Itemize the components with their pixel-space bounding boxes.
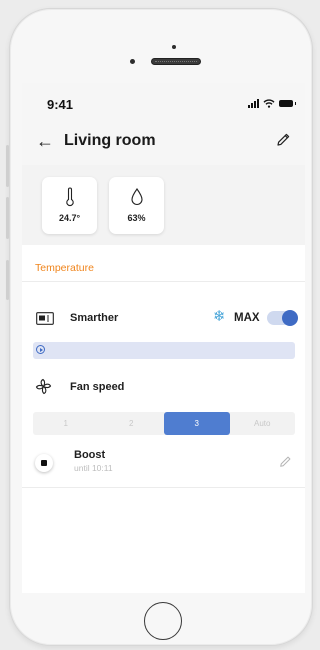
- status-time: 9:41: [47, 97, 74, 112]
- wifi-icon: [263, 98, 275, 108]
- fan-speed-option-1[interactable]: 1: [33, 412, 99, 435]
- front-camera: [172, 45, 176, 49]
- volume-up-button: [6, 145, 9, 187]
- divider: [22, 487, 305, 488]
- volume-down-button: [6, 197, 9, 239]
- divider: [22, 281, 305, 282]
- play-icon: [36, 345, 45, 354]
- app-screen: 9:41 ← Living room 24.7° 63% Temperature…: [22, 83, 305, 593]
- battery-icon: [279, 99, 296, 107]
- page-title: Living room: [64, 132, 156, 149]
- boost-subtitle: until 10:11: [74, 463, 113, 473]
- mode-toggle[interactable]: [267, 310, 298, 326]
- boost-progress-bar[interactable]: [33, 342, 295, 359]
- fan-icon: [35, 378, 52, 395]
- proximity-sensor: [130, 59, 135, 64]
- boost-title: Boost: [74, 449, 106, 461]
- droplet-icon: [130, 188, 143, 205]
- smarther-label: Smarther: [70, 312, 119, 324]
- mode-label: MAX: [234, 312, 260, 324]
- snowflake-icon: ❄: [213, 308, 226, 325]
- home-button[interactable]: [144, 602, 182, 640]
- temperature-value: 24.7°: [58, 213, 81, 223]
- humidity-value: 63%: [127, 213, 146, 223]
- fan-speed-label: Fan speed: [70, 381, 125, 393]
- fan-speed-selector: 1 2 3 Auto: [33, 412, 295, 435]
- thermostat-device-icon: [36, 312, 54, 325]
- edit-boost-icon[interactable]: [279, 455, 292, 468]
- thermometer-icon: [65, 187, 74, 207]
- back-arrow-icon[interactable]: ←: [36, 131, 54, 152]
- temperature-card: 24.7°: [42, 177, 97, 234]
- status-icons: [248, 98, 296, 108]
- signal-icon: [248, 98, 259, 108]
- side-switch: [6, 260, 9, 300]
- earpiece-speaker: [151, 58, 201, 65]
- fan-speed-option-3[interactable]: 3: [164, 412, 230, 435]
- fan-speed-option-auto[interactable]: Auto: [230, 412, 296, 435]
- humidity-card: 63%: [109, 177, 164, 234]
- page-header: ← Living room: [22, 125, 305, 165]
- section-title-temperature: Temperature: [35, 262, 94, 274]
- sensor-summary: 24.7° 63%: [22, 165, 305, 245]
- toggle-knob: [282, 310, 298, 326]
- status-bar: 9:41: [22, 83, 305, 125]
- stop-icon[interactable]: [35, 454, 53, 472]
- fan-speed-option-2[interactable]: 2: [99, 412, 165, 435]
- pencil-icon[interactable]: [276, 132, 291, 147]
